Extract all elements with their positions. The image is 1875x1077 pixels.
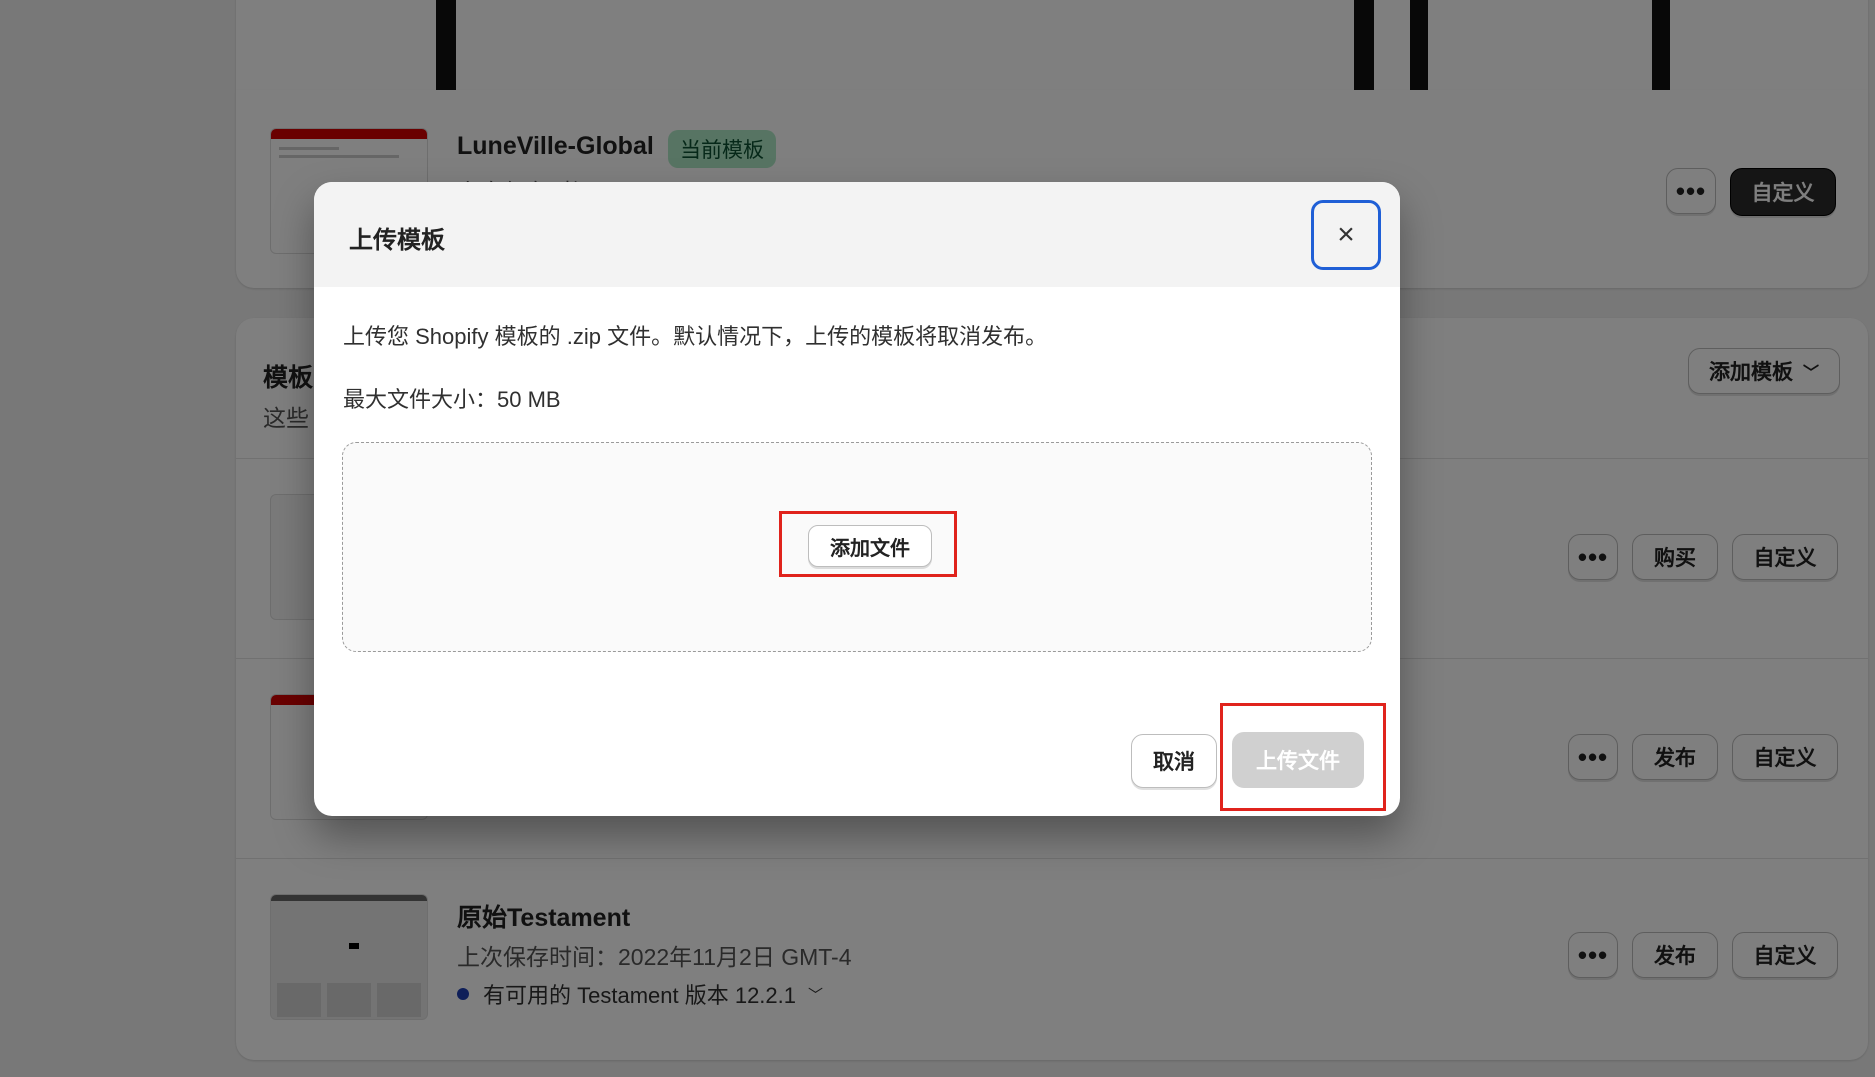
cancel-button[interactable]: 取消	[1131, 734, 1217, 788]
max-file-size: 最大文件大小：50 MB	[343, 387, 561, 412]
highlight-box	[1220, 703, 1386, 811]
highlight-box	[779, 511, 957, 577]
close-button[interactable]: ×	[1311, 200, 1381, 270]
file-dropzone[interactable]: 添加文件	[342, 442, 1372, 652]
dialog-header: 上传模板 ×	[314, 182, 1400, 287]
close-icon: ×	[1337, 218, 1355, 251]
dialog-title: 上传模板	[349, 227, 445, 254]
dialog-description: 上传您 Shopify 模板的 .zip 文件。默认情况下，上传的模板将取消发布…	[343, 324, 1048, 349]
upload-theme-dialog: 上传模板 × 上传您 Shopify 模板的 .zip 文件。默认情况下，上传的…	[314, 182, 1400, 816]
